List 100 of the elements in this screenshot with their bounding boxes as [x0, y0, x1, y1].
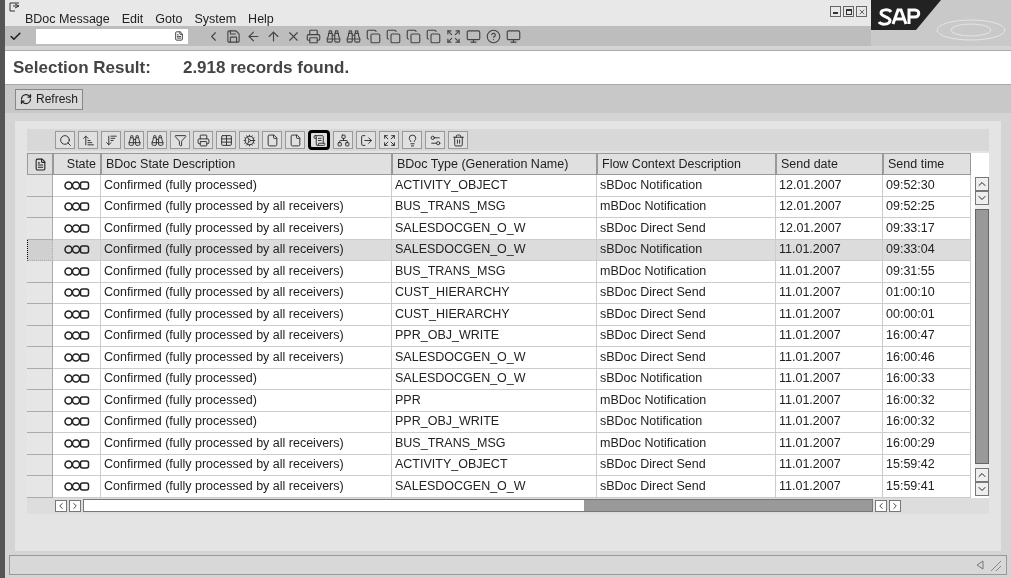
sort-ascending-button[interactable]: [78, 131, 98, 149]
back-icon[interactable]: [246, 28, 261, 44]
scroll-up-icon[interactable]: [975, 467, 989, 482]
expand-button[interactable]: [379, 131, 399, 149]
menu-item[interactable]: Goto: [155, 12, 183, 26]
scroll-left-icon[interactable]: [55, 499, 67, 512]
document-button[interactable]: [262, 131, 282, 149]
scroll-down-icon[interactable]: [975, 481, 989, 496]
scroll-down-icon[interactable]: [975, 191, 989, 205]
vertical-scrollbar[interactable]: [975, 177, 989, 496]
table-cell: ACTIVITY_OBJECT: [392, 175, 597, 197]
table-cell: mBDoc Notification: [597, 261, 776, 283]
resize-grip-icon[interactable]: [988, 558, 1002, 572]
table-cell: Confirmed (fully processed by all receivers): [101, 261, 392, 283]
document-button[interactable]: [285, 131, 305, 149]
heading-label: Selection Result:: [13, 56, 151, 79]
column-header[interactable]: BDoc State Description: [101, 153, 392, 175]
document-icon: [265, 133, 279, 147]
printer-icon[interactable]: [306, 28, 321, 44]
binoculars-button[interactable]: [124, 131, 144, 149]
column-header[interactable]: Send time: [883, 153, 971, 175]
binoculars-icon: [127, 133, 141, 147]
table-cell: Confirmed (fully processed by all receivers): [101, 304, 392, 326]
table-cell: BUS_TRANS_MSG: [392, 261, 597, 283]
table-cell: 00:00:01: [883, 304, 971, 326]
table-cell: 11.01.2007: [776, 390, 883, 412]
binoculars-icon[interactable]: [346, 28, 361, 44]
magnifier-button[interactable]: [55, 131, 75, 149]
column-header[interactable]: State: [53, 153, 101, 175]
document-icon: [33, 157, 47, 171]
table-cell: 16:00:46: [883, 347, 971, 369]
scroll-right-icon[interactable]: [889, 499, 901, 512]
enter-icon[interactable]: [9, 29, 22, 43]
scroll-up-icon[interactable]: [975, 177, 989, 191]
column-header[interactable]: Flow Context Description: [597, 153, 776, 175]
page-icon[interactable]: [366, 28, 381, 44]
table-cell: SALESDOCGEN_O_W: [392, 476, 597, 498]
table-icon: [219, 133, 233, 147]
column-header[interactable]: BDoc Type (Generation Name): [392, 153, 597, 175]
maximize-button[interactable]: [843, 6, 854, 17]
export-button[interactable]: [356, 131, 376, 149]
status-lights-icon: [63, 352, 90, 362]
table-cell: 11.01.2007: [776, 261, 883, 283]
status-lights-icon: [63, 374, 90, 384]
scroll-button[interactable]: [308, 130, 330, 150]
table-cell: sBDoc Notification: [597, 175, 776, 197]
menu-item[interactable]: Help: [248, 12, 274, 26]
table-cell: Confirmed (fully processed by all receivers): [101, 218, 392, 240]
close-button[interactable]: [856, 6, 867, 17]
menu-item[interactable]: System: [194, 12, 237, 26]
horizontal-scrollbar[interactable]: [83, 499, 873, 512]
document-icon: [288, 133, 302, 147]
hierarchy-button[interactable]: [333, 131, 353, 149]
printer-button[interactable]: [193, 131, 213, 149]
table-cell: 16:00:29: [883, 433, 971, 455]
binoculars-button[interactable]: [147, 131, 167, 149]
table-cell: Confirmed (fully processed): [101, 175, 392, 197]
status-lights-icon: [63, 438, 90, 448]
trash-button[interactable]: [448, 131, 468, 149]
table-cell: 11.01.2007: [776, 347, 883, 369]
table-cell: 12.01.2007: [776, 175, 883, 197]
table-cell: SALESDOCGEN_O_W: [392, 218, 597, 240]
status-lights-icon: [63, 331, 90, 341]
page-icon[interactable]: [406, 28, 421, 44]
scroll-right-icon[interactable]: [69, 499, 81, 512]
menu-item[interactable]: BDoc Message: [25, 12, 110, 26]
table-cell: 16:00:32: [883, 390, 971, 412]
command-field[interactable]: [36, 28, 188, 44]
hierarchy-icon: [336, 133, 350, 147]
save-icon[interactable]: [226, 28, 241, 44]
table-button[interactable]: [216, 131, 236, 149]
cog-icon: [242, 133, 256, 147]
triangle-icon[interactable]: [976, 560, 984, 570]
cog-button[interactable]: [239, 131, 259, 149]
help-icon[interactable]: [486, 28, 501, 44]
scroll-left-icon[interactable]: [875, 499, 887, 512]
table-cell: BUS_TRANS_MSG: [392, 433, 597, 455]
refresh-button[interactable]: Refresh: [15, 88, 84, 110]
menu-item[interactable]: Edit: [121, 12, 144, 26]
column-header[interactable]: Send date: [776, 153, 883, 175]
lightbulb-button[interactable]: [402, 131, 422, 149]
binoculars-icon[interactable]: [326, 28, 341, 44]
table-cell: Confirmed (fully processed): [101, 390, 392, 412]
printer-icon: [196, 133, 210, 147]
page-icon[interactable]: [386, 28, 401, 44]
status-lights-icon: [63, 266, 90, 276]
minimize-button[interactable]: [830, 6, 841, 17]
window-menu-icon[interactable]: [9, 2, 20, 12]
trash-icon: [451, 133, 465, 147]
layout-corner-button[interactable]: [27, 153, 53, 175]
table-cell: sBDoc Direct Send: [597, 476, 776, 498]
magnifier-icon: [58, 133, 72, 147]
status-lights-icon: [63, 180, 90, 190]
page-icon[interactable]: [426, 28, 441, 44]
table-cell: sBDoc Direct Send: [597, 304, 776, 326]
sort-descending-button[interactable]: [101, 131, 121, 149]
table-cell: PPR: [392, 390, 597, 412]
record-count: 2.918 records found.: [182, 56, 350, 79]
filter-button[interactable]: [170, 131, 190, 149]
table-cell: Confirmed (fully processed by all receivers): [101, 476, 392, 498]
